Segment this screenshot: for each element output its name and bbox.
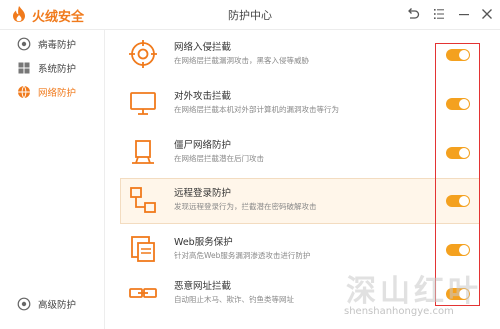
sidebar-item-label: 网络防护 (38, 88, 77, 99)
feature-row-remote-login: 远程登录防护 发现远程登录行为，拦截潜在密码破解攻击 (120, 178, 480, 224)
window-title: 防护中心 (228, 9, 272, 22)
link-icon (129, 288, 157, 298)
toggle-switch-remote-login[interactable] (446, 195, 470, 207)
toggle-knob (459, 50, 469, 60)
sidebar: 病毒防护 系统防护 网络防护 高级防护 (0, 30, 105, 329)
watermark-url: shenshanhongye.com (344, 306, 454, 317)
feature-description: 发现远程登录行为，拦截潜在密码破解攻击 (174, 202, 317, 211)
watermark-text: 深山红叶 (346, 274, 482, 309)
globe-icon (18, 85, 30, 99)
toggle-knob (459, 99, 469, 109)
web-service-icon (131, 236, 155, 262)
menu-icon[interactable] (430, 5, 448, 23)
monitor-icon (130, 92, 156, 115)
virus-shield-icon (17, 37, 31, 51)
feature-description: 在网络层拦截漏洞攻击，黑客入侵等威胁 (174, 56, 309, 65)
sidebar-item-label: 病毒防护 (38, 40, 77, 51)
botnet-icon (132, 140, 154, 164)
toggle-switch-network-intrusion[interactable] (446, 49, 470, 61)
toggle-knob (459, 148, 469, 158)
windows-icon (18, 62, 30, 74)
feature-row-botnet: 僵尸网络防护 在网络层拦截潜在后门攻击 (121, 131, 479, 175)
sidebar-item-virus-protection[interactable]: 病毒防护 (0, 32, 104, 56)
feature-title: 网络入侵拦截 (174, 42, 232, 53)
back-icon[interactable] (404, 5, 422, 23)
feature-title: 远程登录防护 (174, 188, 232, 199)
watermark: 深山红叶 shenshanhongye.com (338, 266, 498, 326)
toggle-switch-web-service[interactable] (446, 244, 470, 256)
feature-title: 僵尸网络防护 (174, 140, 232, 151)
minimize-icon[interactable] (455, 5, 473, 23)
toggle-knob (459, 245, 469, 255)
sidebar-item-system-protection[interactable]: 系统防护 (0, 56, 104, 80)
feature-title: Web服务保护 (174, 237, 233, 248)
feature-description: 在网络层拦截本机对外部计算机的漏洞攻击等行为 (174, 105, 339, 114)
feature-description: 在网络层拦截潜在后门攻击 (174, 154, 264, 163)
close-icon[interactable] (478, 5, 496, 23)
sidebar-item-network-protection[interactable]: 网络防护 (0, 80, 104, 104)
feature-row-network-intrusion: 网络入侵拦截 在网络层拦截漏洞攻击，黑客入侵等威胁 (121, 33, 479, 77)
feature-title: 恶意网址拦截 (174, 281, 232, 292)
feature-row-outbound-attack: 对外攻击拦截 在网络层拦截本机对外部计算机的漏洞攻击等行为 (121, 82, 479, 126)
advanced-shield-icon (17, 297, 31, 311)
toggle-knob (459, 196, 469, 206)
feature-description: 自动阻止木马、欺诈、钓鱼类等网址 (174, 295, 294, 304)
feature-title: 对外攻击拦截 (174, 91, 232, 102)
target-icon (129, 40, 157, 68)
sidebar-item-label: 系统防护 (38, 64, 77, 75)
toggle-switch-botnet[interactable] (446, 147, 470, 159)
feature-description: 针对高危Web服务漏洞渗透攻击进行防护 (174, 251, 311, 260)
remote-login-icon (130, 187, 156, 213)
sidebar-item-advanced-protection[interactable]: 高级防护 (0, 292, 104, 316)
sidebar-item-label: 高级防护 (38, 300, 77, 311)
toggle-switch-outbound-attack[interactable] (446, 98, 470, 110)
title-bar: 火绒安全 防护中心 (0, 0, 500, 30)
